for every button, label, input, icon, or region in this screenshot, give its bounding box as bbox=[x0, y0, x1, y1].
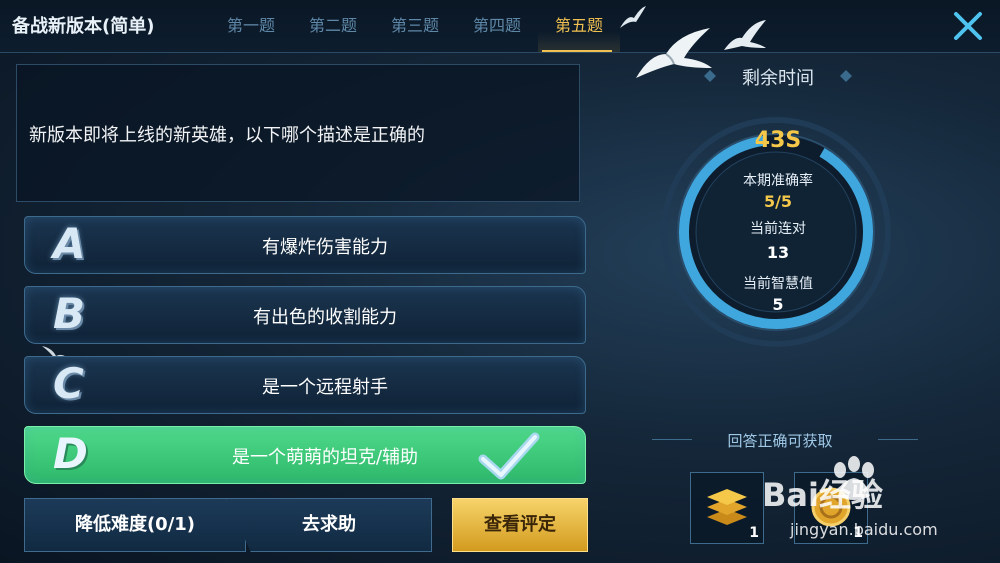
view-rating-button[interactable]: 查看评定 bbox=[452, 498, 588, 552]
wisdom-label: 当前智慧值 bbox=[743, 276, 813, 292]
time-remaining-title: 剩余时间 bbox=[742, 68, 814, 89]
option-d[interactable]: D 是一个萌萌的坦克/辅助 bbox=[24, 426, 586, 484]
question-panel: 新版本即将上线的新英雄，以下哪个描述是正确的 bbox=[16, 64, 580, 202]
divider bbox=[878, 439, 918, 440]
option-letter: A bbox=[53, 219, 86, 268]
seconds-remaining: 43S bbox=[754, 128, 802, 153]
streak-label: 当前连对 bbox=[750, 221, 806, 237]
option-label: 是一个萌萌的坦克/辅助 bbox=[231, 447, 419, 468]
option-letter: B bbox=[53, 289, 86, 338]
reward-item: 1 bbox=[690, 472, 764, 544]
close-icon[interactable] bbox=[950, 8, 986, 44]
tab-question-3[interactable]: 第三题 bbox=[374, 0, 456, 52]
watermark-url: jingyan.baidu.com bbox=[790, 520, 938, 539]
option-a[interactable]: A 有爆炸伤害能力 bbox=[24, 216, 586, 274]
divider bbox=[652, 439, 692, 440]
stacked-coins-icon bbox=[707, 489, 747, 525]
option-label: 有出色的收割能力 bbox=[253, 307, 397, 328]
active-tab-indicator bbox=[542, 50, 612, 52]
option-label: 是一个远程射手 bbox=[262, 377, 388, 398]
option-b[interactable]: B 有出色的收割能力 bbox=[24, 286, 586, 344]
lower-difficulty-button[interactable]: 降低难度(0/1) bbox=[24, 498, 246, 552]
option-label: 有爆炸伤害能力 bbox=[262, 237, 388, 258]
tab-question-1[interactable]: 第一题 bbox=[210, 0, 292, 52]
tab-question-5[interactable]: 第五题 bbox=[538, 0, 620, 52]
question-text: 新版本即将上线的新英雄，以下哪个描述是正确的 bbox=[29, 125, 425, 146]
tab-question-4[interactable]: 第四题 bbox=[456, 0, 538, 52]
tab-question-2[interactable]: 第二题 bbox=[292, 0, 374, 52]
option-letter: D bbox=[53, 429, 88, 478]
ask-help-button[interactable]: 去求助 bbox=[226, 498, 432, 552]
page-title: 备战新版本(简单) bbox=[12, 16, 155, 37]
accuracy-value: 5/5 bbox=[763, 192, 793, 211]
accuracy-label: 本期准确率 bbox=[743, 173, 813, 189]
option-c[interactable]: C 是一个远程射手 bbox=[24, 356, 586, 414]
watermark-brand: Bai经验 bbox=[762, 476, 883, 514]
reward-count: 1 bbox=[749, 525, 759, 541]
seagull-icon bbox=[724, 20, 766, 50]
wisdom-value: 5 bbox=[772, 295, 784, 314]
reward-title: 回答正确可获取 bbox=[727, 432, 833, 450]
checkmark-icon bbox=[478, 432, 540, 480]
question-tabs: 第一题 第二题 第三题 第四题 第五题 bbox=[210, 0, 620, 52]
streak-value: 13 bbox=[766, 243, 790, 262]
option-letter: C bbox=[53, 359, 84, 408]
